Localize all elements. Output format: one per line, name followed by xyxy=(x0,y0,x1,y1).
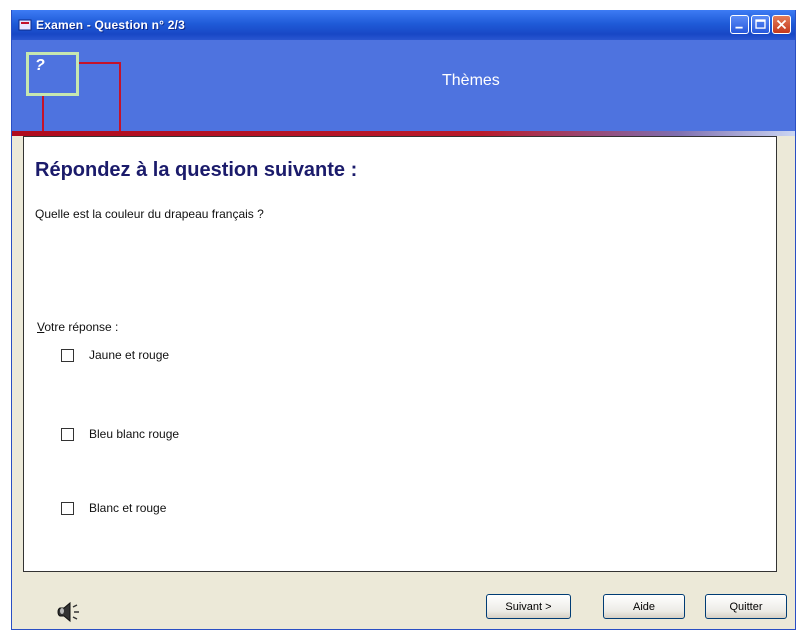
checkbox[interactable] xyxy=(61,501,74,515)
help-logo: ? xyxy=(26,52,79,96)
checkbox[interactable] xyxy=(61,348,74,362)
maximize-button[interactable] xyxy=(751,15,770,34)
answer-label-text: otre réponse : xyxy=(44,320,119,334)
title-bar[interactable]: Examen - Question n° 2/3 xyxy=(12,10,795,40)
option-jaune-et-rouge[interactable]: Jaune et rouge xyxy=(61,348,169,362)
window-title: Examen - Question n° 2/3 xyxy=(36,18,185,32)
checkbox[interactable] xyxy=(61,427,74,441)
answer-label: Votre réponse : xyxy=(37,320,118,334)
close-icon xyxy=(776,19,787,30)
maximize-icon xyxy=(755,19,766,29)
window-controls xyxy=(730,15,791,34)
next-button[interactable]: Suivant > xyxy=(486,594,571,619)
app-icon xyxy=(18,18,32,32)
question-mark-icon: ? xyxy=(35,57,45,74)
header-banner: ? Thèmes xyxy=(12,40,795,139)
option-label: Blanc et rouge xyxy=(89,501,167,515)
option-blanc-et-rouge[interactable]: Blanc et rouge xyxy=(61,501,166,515)
question-heading: Répondez à la question suivante : xyxy=(35,159,358,181)
question-panel: Répondez à la question suivante : Quelle… xyxy=(23,136,777,572)
close-button[interactable] xyxy=(772,15,791,34)
option-label: Bleu blanc rouge xyxy=(89,427,180,441)
speaker-icon[interactable] xyxy=(54,597,84,627)
minimize-icon xyxy=(735,26,743,29)
option-label: Jaune et rouge xyxy=(89,348,170,362)
minimize-button[interactable] xyxy=(730,15,749,34)
banner-title: Thèmes xyxy=(442,72,500,89)
option-bleu-blanc-rouge[interactable]: Bleu blanc rouge xyxy=(61,427,179,441)
quit-button[interactable]: Quitter xyxy=(705,594,787,619)
question-text: Quelle est la couleur du drapeau françai… xyxy=(35,207,264,221)
help-button[interactable]: Aide xyxy=(603,594,685,619)
